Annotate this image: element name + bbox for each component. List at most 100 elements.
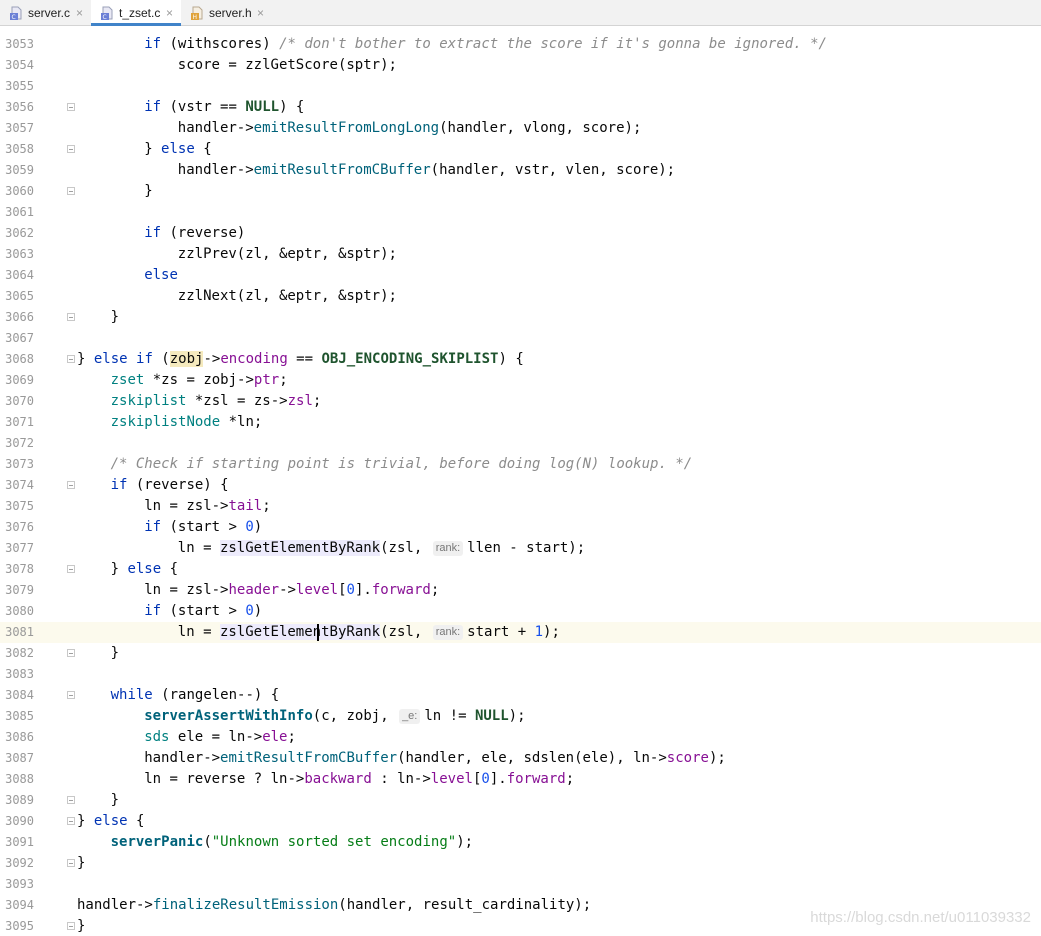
fold-marker-icon[interactable] — [67, 817, 75, 825]
line-number: 3061 — [5, 205, 34, 219]
code-line[interactable]: 3077 ln = zslGetElementByRank(zsl, rank: l… — [0, 538, 1041, 559]
code-text: zzlPrev(zl, &eptr, &sptr); — [177, 246, 397, 262]
code-line[interactable]: 3078} else { — [0, 559, 1041, 580]
line-number: 3063 — [5, 247, 34, 261]
fold-marker-icon[interactable] — [67, 145, 75, 153]
code-editor[interactable]: 3053 if (withscores) /* don't bother to e… — [0, 26, 1041, 936]
code-line[interactable]: 3073 /* Check if starting point is trivia… — [0, 454, 1041, 475]
fold-marker-icon[interactable] — [67, 103, 75, 111]
h-file-icon: H — [191, 6, 203, 20]
code-line[interactable]: 3079 ln = zsl->header->level[0].forward; — [0, 580, 1041, 601]
svg-text:H: H — [193, 14, 198, 20]
code-line[interactable]: 3081 ln = zslGetElementByRank(zsl, rank: s… — [0, 622, 1041, 643]
fold-marker-icon[interactable] — [67, 481, 75, 489]
line-number: 3053 — [5, 37, 34, 51]
line-number: 3058 — [5, 142, 34, 156]
code-text: sds ele = ln->ele; — [144, 729, 296, 745]
line-number: 3089 — [5, 793, 34, 807]
code-line[interactable]: 3058 } else { — [0, 139, 1041, 160]
line-number: 3074 — [5, 478, 34, 492]
code-line[interactable]: 3089} — [0, 790, 1041, 811]
tab-server-c[interactable]: C server.c × — [0, 0, 91, 26]
fold-marker-icon[interactable] — [67, 796, 75, 804]
line-number: 3071 — [5, 415, 34, 429]
code-line[interactable]: 3072 — [0, 433, 1041, 454]
code-text: handler->emitResultFromCBuffer(handler, … — [177, 162, 676, 178]
close-tab-icon[interactable]: × — [76, 0, 83, 26]
code-line[interactable]: 3076 if (start > 0) — [0, 517, 1041, 538]
code-line[interactable]: 3061 — [0, 202, 1041, 223]
line-number: 3094 — [5, 898, 34, 912]
fold-marker-icon[interactable] — [67, 187, 75, 195]
code-line[interactable]: 3070 zskiplist *zsl = zs->zsl; — [0, 391, 1041, 412]
code-line[interactable]: 3065 zzlNext(zl, &eptr, &sptr); — [0, 286, 1041, 307]
line-number: 3076 — [5, 520, 34, 534]
code-text: zskiplist *zsl = zs->zsl; — [110, 393, 322, 409]
code-line[interactable]: 3063 zzlPrev(zl, &eptr, &sptr); — [0, 244, 1041, 265]
code-line[interactable]: 3075 ln = zsl->tail; — [0, 496, 1041, 517]
tab-label: server.c — [28, 6, 71, 20]
code-line[interactable]: 3062 if (reverse) — [0, 223, 1041, 244]
code-line[interactable]: 3080 if (start > 0) — [0, 601, 1041, 622]
fold-marker-icon[interactable] — [67, 355, 75, 363]
code-line[interactable]: 3083 — [0, 664, 1041, 685]
code-line[interactable]: 3057 handler->emitResultFromLongLong(hand… — [0, 118, 1041, 139]
parameter-hint: rank: — [432, 625, 464, 640]
line-number: 3060 — [5, 184, 34, 198]
line-number: 3084 — [5, 688, 34, 702]
code-line[interactable]: 3068} else if (zobj->encoding == OBJ_ENC… — [0, 349, 1041, 370]
line-number: 3077 — [5, 541, 34, 555]
fold-marker-icon[interactable] — [67, 565, 75, 573]
code-text: } else if (zobj->encoding == OBJ_ENCODIN… — [77, 351, 524, 367]
code-text: serverAssertWithInfo(c, zobj, _e: ln != N… — [144, 708, 526, 724]
code-line[interactable]: 3088 ln = reverse ? ln->backward : ln->le… — [0, 769, 1041, 790]
code-line[interactable]: 3053 if (withscores) /* don't bother to e… — [0, 34, 1041, 55]
fold-marker-icon[interactable] — [67, 922, 75, 930]
code-line[interactable]: 3064 else — [0, 265, 1041, 286]
line-number: 3054 — [5, 58, 34, 72]
line-number: 3085 — [5, 709, 34, 723]
code-line[interactable]: 3074 if (reverse) { — [0, 475, 1041, 496]
line-number: 3056 — [5, 100, 34, 114]
code-line[interactable]: 3069 zset *zs = zobj->ptr; — [0, 370, 1041, 391]
code-line[interactable]: 3087 handler->emitResultFromCBuffer(handl… — [0, 748, 1041, 769]
tab-t-zset-c[interactable]: C t_zset.c × — [91, 0, 181, 26]
code-line[interactable]: 3091 serverPanic("Unknown sorted set enco… — [0, 832, 1041, 853]
code-text: handler->emitResultFromLongLong(handler,… — [177, 120, 642, 136]
code-line[interactable]: 3085 serverAssertWithInfo(c, zobj, _e: ln … — [0, 706, 1041, 727]
code-text: if (reverse) { — [110, 477, 229, 493]
code-line[interactable]: 3055 — [0, 76, 1041, 97]
code-line[interactable]: 3086 sds ele = ln->ele; — [0, 727, 1041, 748]
close-tab-icon[interactable]: × — [257, 0, 264, 26]
code-text: else — [144, 267, 178, 283]
code-text: ln = zslGetElementByRank(zsl, rank: llen … — [177, 540, 586, 556]
code-text: ln = reverse ? ln->backward : ln->level[… — [144, 771, 575, 787]
code-text: } else { — [144, 141, 212, 157]
fold-marker-icon[interactable] — [67, 313, 75, 321]
code-line[interactable]: 3093 — [0, 874, 1041, 895]
line-number: 3080 — [5, 604, 34, 618]
code-text: ln = zsl->header->level[0].forward; — [144, 582, 440, 598]
fold-marker-icon[interactable] — [67, 859, 75, 867]
close-tab-icon[interactable]: × — [166, 0, 173, 26]
tab-label: server.h — [209, 6, 252, 20]
line-number: 3069 — [5, 373, 34, 387]
code-line[interactable]: 3066} — [0, 307, 1041, 328]
fold-marker-icon[interactable] — [67, 691, 75, 699]
line-number: 3055 — [5, 79, 34, 93]
line-number: 3083 — [5, 667, 34, 681]
code-line[interactable]: 3071 zskiplistNode *ln; — [0, 412, 1041, 433]
code-line[interactable]: 3059 handler->emitResultFromCBuffer(handl… — [0, 160, 1041, 181]
code-text: if (vstr == NULL) { — [144, 99, 305, 115]
code-line[interactable]: 3082} — [0, 643, 1041, 664]
code-line[interactable]: 3054 score = zzlGetScore(sptr); — [0, 55, 1041, 76]
code-line[interactable]: 3092} — [0, 853, 1041, 874]
line-number: 3086 — [5, 730, 34, 744]
code-line[interactable]: 3067 — [0, 328, 1041, 349]
code-line[interactable]: 3060} — [0, 181, 1041, 202]
code-line[interactable]: 3084 while (rangelen--) { — [0, 685, 1041, 706]
fold-marker-icon[interactable] — [67, 649, 75, 657]
tab-server-h[interactable]: H server.h × — [181, 0, 273, 26]
code-line[interactable]: 3090} else { — [0, 811, 1041, 832]
code-line[interactable]: 3056 if (vstr == NULL) { — [0, 97, 1041, 118]
